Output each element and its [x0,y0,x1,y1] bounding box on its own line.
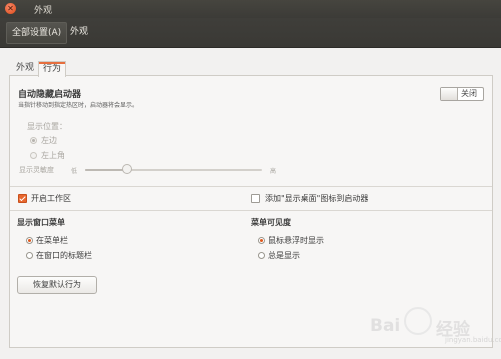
paw-logo-icon [404,307,432,335]
workspaces-label: 开启工作区 [31,194,71,203]
toolbar: 全部设置(A) 外观 [0,18,501,48]
menus-always-radio[interactable] [258,252,265,259]
reveal-left-radio[interactable] [30,137,37,144]
sensitivity-high-label: 高 [270,168,277,175]
menus-in-menubar-radio[interactable] [26,237,33,244]
autohide-description: 当指针移动到指定热区时，启动器将会显示。 [18,102,139,109]
tab-appearance[interactable]: 外观 [12,61,38,76]
sensitivity-slider-track[interactable] [85,169,262,171]
reveal-location-label: 显示位置： [27,122,67,131]
close-icon: ✕ [7,3,14,13]
menus-in-menubar-label: 在菜单栏 [36,236,68,245]
title-bar: ✕ 外观 [0,0,501,18]
show-desktop-label: 添加"显示桌面"图标到启动器 [265,194,369,203]
menus-on-hover-label: 鼠标悬浮时显示 [268,236,324,245]
reset-defaults-button[interactable]: 恢复默认行为 [17,276,97,294]
sensitivity-low-label: 低 [71,168,78,175]
watermark-text-left: Bai [370,316,401,336]
tab-behavior[interactable]: 行为 [38,61,67,77]
watermark-url: jingyan.baidu.com [445,336,501,344]
window-menus-title: 显示窗口菜单 [17,218,65,227]
menus-in-titlebar-label: 在窗口的标题栏 [36,251,92,260]
divider [10,186,492,187]
autohide-title: 自动隐藏启动器 [18,90,82,100]
reveal-topleft-label: 左上角 [41,151,65,160]
show-desktop-checkbox[interactable] [251,194,260,203]
breadcrumb-current[interactable]: 外观 [66,22,92,42]
autohide-toggle[interactable]: 关闭 [440,87,484,101]
sensitivity-label: 显示灵敏度 [19,166,54,174]
menu-visibility-title: 菜单可见度 [251,218,291,227]
close-button[interactable]: ✕ [5,3,16,14]
sensitivity-slider-fill [85,169,128,171]
all-settings-button[interactable]: 全部设置(A) [6,22,68,44]
reveal-left-label: 左边 [41,136,57,145]
reveal-topleft-radio[interactable] [30,152,37,159]
window-title: 外观 [34,6,53,16]
toggle-knob [441,88,458,100]
workspaces-checkbox[interactable] [18,194,27,203]
divider [10,210,492,211]
menus-on-hover-radio[interactable] [258,237,265,244]
toggle-label: 关闭 [461,89,477,98]
menus-in-titlebar-radio[interactable] [26,252,33,259]
menus-always-label: 总是显示 [268,251,300,260]
